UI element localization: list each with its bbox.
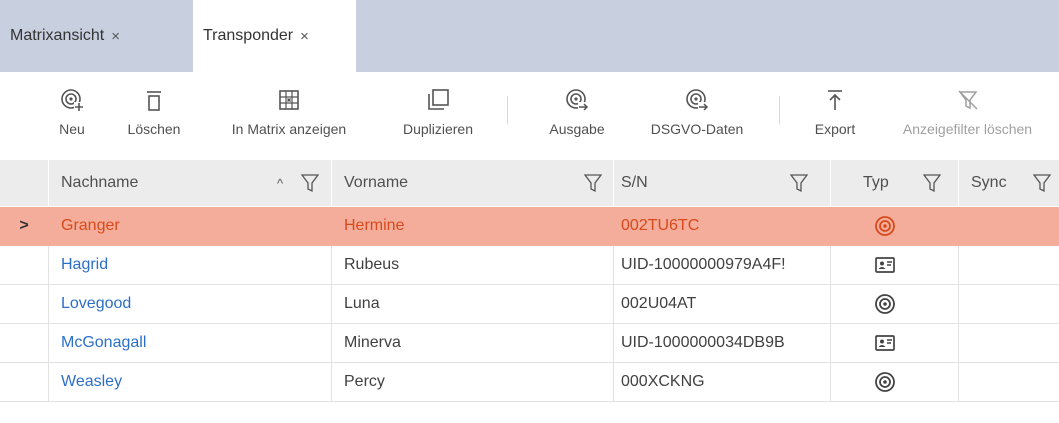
show-in-matrix-button[interactable]: In Matrix anzeigen — [215, 88, 363, 148]
tab-matrixansicht[interactable]: Matrixansicht × — [0, 0, 193, 72]
row-indicator — [0, 363, 48, 401]
type-cell — [830, 324, 958, 362]
new-button[interactable]: Neu — [52, 88, 92, 148]
firstname-cell: Minerva — [331, 324, 613, 362]
transponder-icon — [874, 216, 895, 236]
row-indicator-header — [0, 160, 48, 206]
delete-button[interactable]: Löschen — [121, 88, 187, 148]
table-row[interactable]: Weasley Percy 000XCKNG — [0, 363, 1059, 402]
clear-filter-button[interactable]: Anzeigefilter löschen — [876, 88, 1059, 148]
sync-cell — [958, 207, 1059, 245]
toolbar: Neu Löschen In Matrix anzeigen Duplizier… — [0, 72, 1059, 158]
tab-transponder[interactable]: Transponder × — [193, 0, 356, 72]
export-button[interactable]: Export — [805, 88, 865, 148]
serial-cell: 002U04AT — [613, 285, 830, 323]
selected-row-indicator: > — [19, 217, 29, 234]
lastname-cell[interactable]: Granger — [48, 207, 331, 245]
gdpr-data-button[interactable]: DSGVO-Daten — [636, 88, 758, 148]
new-transponder-icon — [61, 89, 84, 112]
duplicate-label: Duplizieren — [402, 121, 474, 137]
trash-icon — [147, 91, 161, 111]
serial-cell: 002TU6TC — [613, 207, 830, 245]
column-header-label: Sync — [971, 174, 1007, 191]
issue-transponder-icon — [566, 89, 589, 112]
delete-button-label: Löschen — [127, 121, 181, 137]
clear-filter-label: Anzeigefilter löschen — [902, 121, 1033, 137]
column-header-label: Vorname — [344, 174, 409, 191]
clear-filter-icon — [957, 90, 978, 110]
tab-label: Transponder — [203, 27, 294, 44]
filter-icon[interactable] — [923, 173, 941, 193]
firstname-cell: Percy — [331, 363, 613, 401]
sync-cell — [958, 246, 1059, 284]
sort-ascending-icon[interactable]: ^ — [277, 176, 283, 191]
toolbar-divider — [779, 96, 780, 124]
filter-icon[interactable] — [790, 173, 808, 193]
tab-label: Matrixansicht — [10, 27, 105, 44]
transponder-icon — [874, 372, 895, 392]
column-header-sync[interactable]: Sync — [958, 160, 1059, 206]
toolbar-divider — [507, 96, 508, 124]
column-header-serial[interactable]: S/N — [613, 160, 830, 206]
table-row[interactable]: > Granger Hermine 002TU6TC — [0, 207, 1059, 246]
column-header-label: Typ — [863, 174, 889, 191]
lastname-cell[interactable]: Hagrid — [48, 246, 331, 284]
sync-cell — [958, 363, 1059, 401]
tab-bar: Matrixansicht × Transponder × — [0, 0, 1059, 72]
type-cell — [830, 207, 958, 245]
matrix-icon — [279, 90, 299, 110]
column-header-lastname[interactable]: Nachname ^ — [48, 160, 331, 206]
firstname-cell: Luna — [331, 285, 613, 323]
export-icon — [828, 90, 842, 110]
lastname-cell[interactable]: Lovegood — [48, 285, 331, 323]
row-indicator — [0, 246, 48, 284]
column-header-type[interactable]: Typ — [830, 160, 958, 206]
serial-cell: 000XCKNG — [613, 363, 830, 401]
serial-cell: UID-1000000034DB9B — [613, 324, 830, 362]
lastname-cell[interactable]: McGonagall — [48, 324, 331, 362]
grid-header: Nachname ^ Vorname S/N Typ Sync — [0, 160, 1059, 206]
duplicate-button[interactable]: Duplizieren — [393, 88, 483, 148]
sync-cell — [958, 285, 1059, 323]
column-header-label: Nachname — [61, 174, 139, 191]
card-icon — [874, 257, 895, 273]
filter-icon[interactable] — [301, 173, 319, 193]
close-icon[interactable]: × — [300, 28, 309, 45]
column-header-label: S/N — [621, 174, 648, 191]
card-icon — [874, 335, 895, 351]
column-header-firstname[interactable]: Vorname — [331, 160, 613, 206]
filter-icon[interactable] — [584, 173, 602, 193]
firstname-cell: Rubeus — [331, 246, 613, 284]
type-cell — [830, 363, 958, 401]
sync-cell — [958, 324, 1059, 362]
lastname-cell[interactable]: Weasley — [48, 363, 331, 401]
export-label: Export — [814, 121, 856, 137]
gdpr-transponder-icon — [686, 89, 709, 112]
new-button-label: Neu — [59, 121, 85, 137]
table-row[interactable]: McGonagall Minerva UID-1000000034DB9B — [0, 324, 1059, 363]
table-row[interactable]: Lovegood Luna 002U04AT — [0, 285, 1059, 324]
serial-cell: UID-10000000979A4F! — [613, 246, 830, 284]
row-indicator — [0, 324, 48, 362]
table-row[interactable]: Hagrid Rubeus UID-10000000979A4F! — [0, 246, 1059, 285]
filter-icon[interactable] — [1033, 173, 1051, 193]
type-cell — [830, 246, 958, 284]
gdpr-label: DSGVO-Daten — [650, 121, 744, 137]
close-icon[interactable]: × — [111, 28, 120, 45]
issue-button[interactable]: Ausgabe — [537, 88, 617, 148]
duplicate-icon — [428, 89, 449, 110]
firstname-cell: Hermine — [331, 207, 613, 245]
row-indicator — [0, 285, 48, 323]
transponder-icon — [874, 294, 895, 314]
type-cell — [830, 285, 958, 323]
issue-label: Ausgabe — [549, 121, 605, 137]
show-in-matrix-label: In Matrix anzeigen — [231, 121, 347, 137]
